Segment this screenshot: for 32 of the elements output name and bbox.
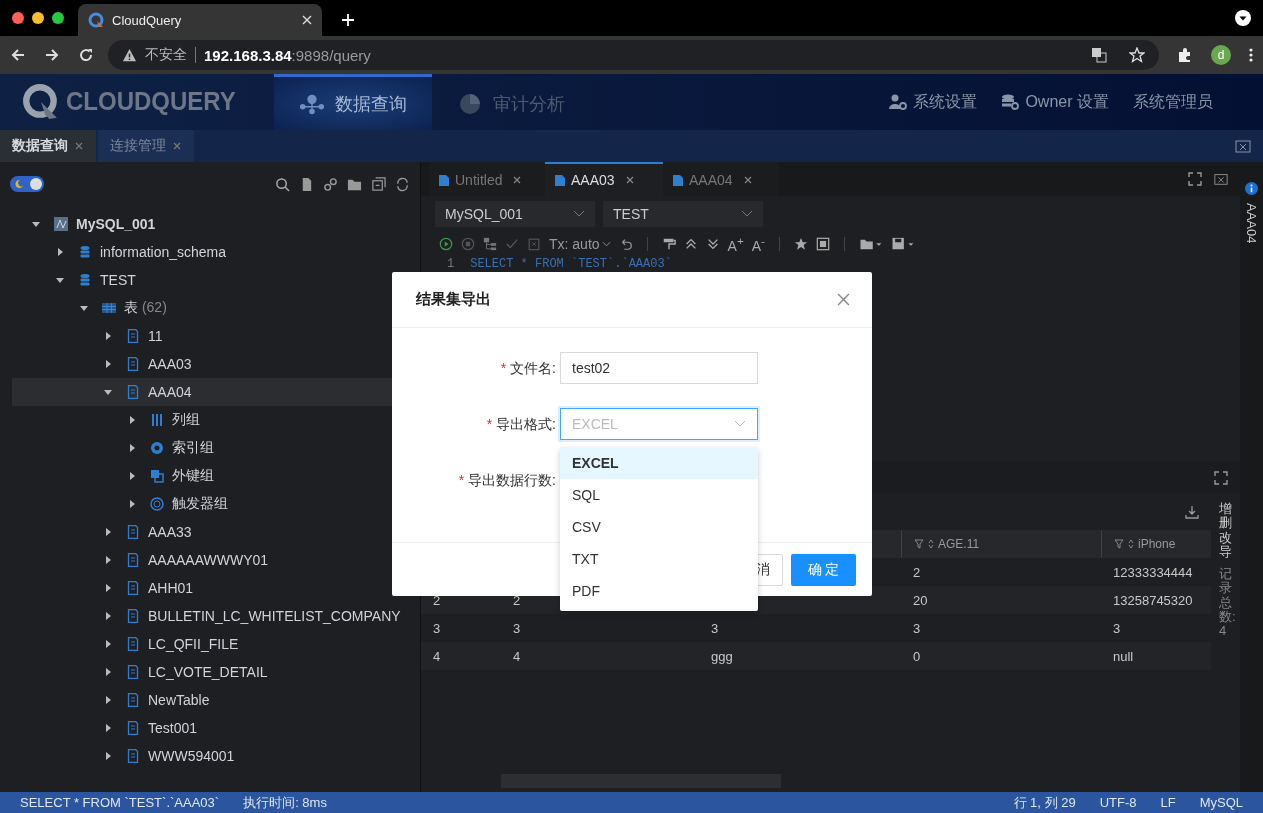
table-cell: 0 <box>913 648 921 664</box>
table-cell: 3 <box>1113 620 1121 636</box>
table-cell: 13258745320 <box>1113 592 1193 608</box>
status-text: 行 1, 列 29 <box>1013 793 1076 812</box>
status-text: 执行时间: 8ms <box>243 793 327 812</box>
table-cell: 3 <box>711 620 719 636</box>
table-cell: 12333334444 <box>1113 564 1193 580</box>
security-label: 不安全 <box>145 46 187 64</box>
code-line: SELECT * FROM `TEST`.`AAA03` <box>470 257 672 271</box>
table-cell: 2 <box>433 592 441 608</box>
field-label: * 导出格式: <box>485 415 557 434</box>
table-cell: ggg <box>711 648 733 664</box>
line-number: 1 <box>447 257 455 271</box>
table-cell: null <box>1113 648 1134 664</box>
status-text: UTF-8 <box>1099 795 1137 810</box>
field-label: * 导出数据行数: <box>457 471 557 490</box>
logo-text: CLOUDQUERY <box>66 87 236 117</box>
field-label: * 文件名: <box>499 359 557 378</box>
table-cell: 20 <box>913 592 928 608</box>
status-text: SELECT * FROM `TEST`.`AAA03` <box>20 795 220 810</box>
url-text: 192.168.3.84:9898/query <box>204 46 371 64</box>
table-cell: 4 <box>513 648 521 664</box>
tab-title: CloudQuery <box>112 12 183 28</box>
dialog-title: 结果集导出 <box>416 290 491 309</box>
status-text: MySQL <box>1199 795 1243 810</box>
table-cell: 3 <box>433 620 441 636</box>
table-cell: 3 <box>513 620 521 636</box>
table-cell: 3 <box>913 620 921 636</box>
table-cell: 4 <box>433 648 441 664</box>
status-text: LF <box>1160 795 1176 810</box>
table-cell: 2 <box>913 564 921 580</box>
table-cell: 2 <box>513 592 521 608</box>
